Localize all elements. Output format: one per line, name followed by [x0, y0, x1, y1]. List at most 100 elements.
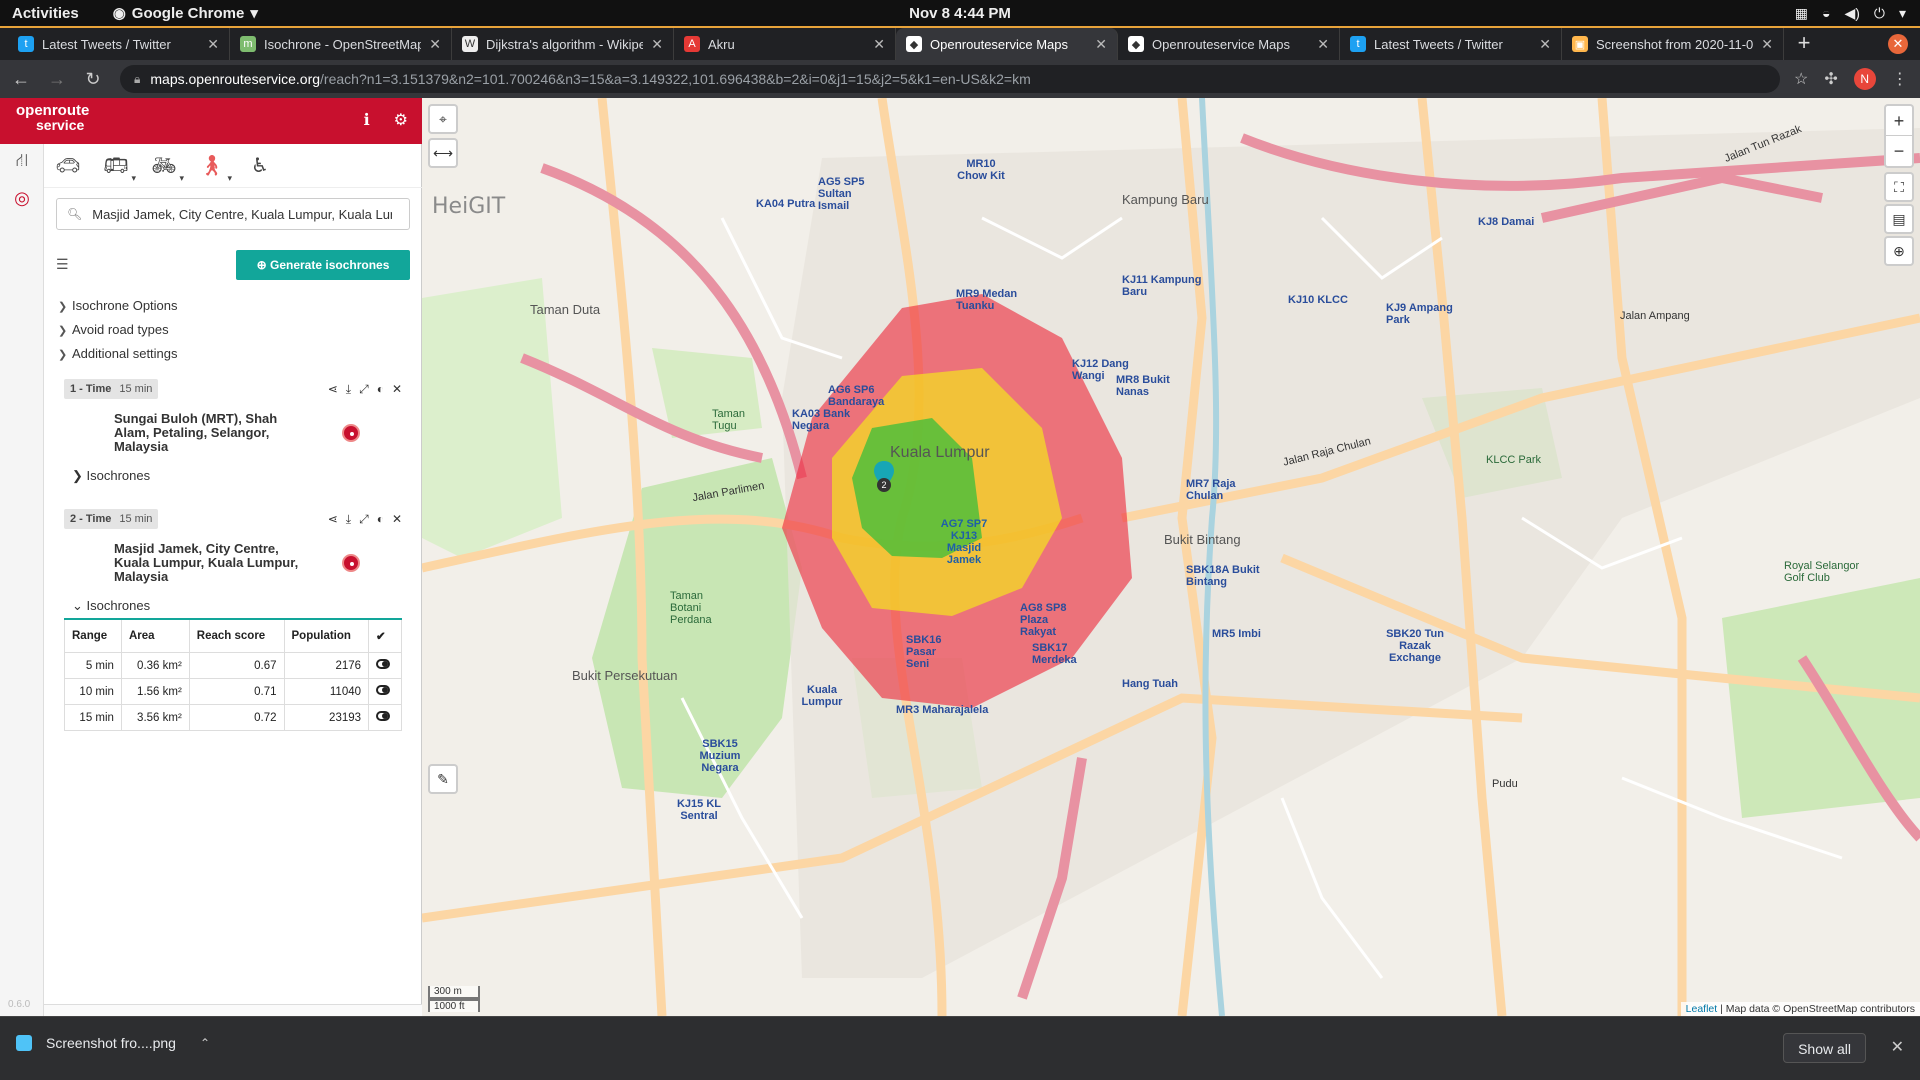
forward-icon[interactable]: →	[42, 69, 72, 90]
download-filename: Screenshot fro....png	[46, 1035, 176, 1051]
window-close-button[interactable]: ✕	[1888, 34, 1908, 54]
row-toggle[interactable]	[368, 704, 402, 731]
card-range: 15 min	[119, 513, 153, 525]
close-tab-icon[interactable]: ✕	[1317, 36, 1329, 53]
system-tray[interactable]: ▦ ◒ ◀) ⏻ ▾	[1795, 5, 1906, 22]
car-icon[interactable]: 🚗︎	[44, 153, 92, 178]
address-bar[interactable]: 🔒︎ maps.openrouteservice.org/reach?n1=3.…	[120, 65, 1780, 93]
isochrone-options-toggle[interactable]: ❯ Isochrone Options	[58, 298, 178, 313]
new-tab-button[interactable]: +	[1784, 28, 1824, 60]
card-index: 1 - Time	[70, 383, 112, 395]
table-row: 5 min 0.36 km² 0.67 2176	[64, 652, 402, 679]
toggle-label: Isochrones	[86, 598, 151, 613]
browser-tab[interactable]: ◆ Openrouteservice Maps ✕	[1118, 28, 1340, 60]
directions-icon[interactable]: ⛙	[0, 144, 44, 180]
map-scale: 300 m 1000 ft	[428, 986, 480, 1012]
plus-circle-icon: ⊕	[256, 258, 270, 272]
pedestrian-icon[interactable]: 🚶︎ ▾	[188, 153, 236, 183]
bus-icon[interactable]: 🚌︎ ▾	[92, 153, 140, 183]
zoom-out-button[interactable]: −	[1886, 136, 1912, 166]
check-icon[interactable]: ✔	[368, 618, 402, 653]
wifi-icon: ◒	[1821, 4, 1831, 21]
bicycle-icon[interactable]: 🚲︎ ▾	[140, 153, 188, 183]
generate-label: Generate isochrones	[270, 258, 390, 272]
wheelchair-icon[interactable]: ♿︎	[236, 153, 284, 178]
reload-icon[interactable]: ↻	[78, 69, 108, 90]
browser-tab[interactable]: W Dijkstra's algorithm - Wikipedia ✕	[452, 28, 674, 60]
fullscreen-button[interactable]: ⛶	[1884, 172, 1914, 202]
share-icon[interactable]: ⋖	[328, 512, 338, 527]
share-icon[interactable]: ⋖	[328, 382, 338, 397]
chevron-up-icon[interactable]: ⌃	[200, 1036, 210, 1050]
lock-icon[interactable]: 🔒︎	[134, 72, 140, 87]
map-marker[interactable]: 2	[872, 460, 896, 492]
browser-tab[interactable]: m Isochrone - OpenStreetMap ✕	[230, 28, 452, 60]
clock[interactable]: Nov 8 4:44 PM	[909, 5, 1011, 22]
profile-avatar[interactable]: N	[1853, 68, 1876, 90]
tab-title: Dijkstra's algorithm - Wikipedia	[486, 36, 644, 52]
close-tab-icon[interactable]: ✕	[873, 36, 885, 53]
sliders-icon[interactable]: ☰	[56, 256, 69, 273]
star-icon[interactable]: ☆	[1794, 69, 1808, 89]
ors-icon: ◆	[1128, 36, 1144, 52]
station-label: MR3 Maharajalela	[896, 704, 989, 716]
gear-icon[interactable]: ⚙	[394, 110, 408, 130]
zoom-in-button[interactable]: +	[1886, 106, 1912, 136]
activities-button[interactable]: Activities	[12, 5, 79, 22]
map-pin-tool[interactable]: ⌖	[428, 104, 458, 134]
map-view[interactable]: HeiGIT Kuala Lumpur Taman Duta Bukit Bin…	[422, 98, 1920, 1016]
isochrones-collapse[interactable]: ❯ Isochrones	[64, 468, 402, 484]
close-tab-icon[interactable]: ✕	[1539, 36, 1551, 53]
toggle-visibility-icon[interactable]: ◐	[377, 382, 384, 397]
additional-settings-toggle[interactable]: ❯ Additional settings	[58, 346, 178, 361]
draw-tool[interactable]: ✎	[428, 764, 458, 794]
layers-button[interactable]: ▤	[1884, 204, 1914, 234]
horizontal-scrollbar[interactable]	[44, 1004, 422, 1016]
location-pin-icon[interactable]	[342, 554, 360, 572]
measure-tool[interactable]: ⟷	[428, 138, 458, 168]
expand-icon[interactable]: ⤢	[359, 512, 369, 527]
close-icon[interactable]: ✕	[392, 382, 402, 397]
chevron-right-icon: ❯	[72, 468, 87, 483]
row-toggle[interactable]	[368, 678, 402, 705]
browser-tab[interactable]: A Akru ✕	[674, 28, 896, 60]
app-menu[interactable]: ◉ Google Chrome ▾	[113, 4, 258, 23]
info-icon[interactable]: ℹ	[364, 110, 370, 130]
row-toggle[interactable]	[368, 652, 402, 679]
leaflet-link[interactable]: Leaflet	[1686, 1003, 1718, 1015]
ors-logo[interactable]: openroute service	[16, 103, 89, 132]
show-all-button[interactable]: Show all	[1783, 1033, 1866, 1063]
close-tab-icon[interactable]: ✕	[207, 36, 219, 53]
grid-icon: ▦	[1794, 4, 1808, 21]
extensions-icon[interactable]: ✣	[1824, 69, 1837, 89]
close-tab-icon[interactable]: ✕	[1761, 36, 1773, 53]
cell-area: 3.56 km²	[120, 704, 190, 731]
search-input[interactable]	[92, 206, 393, 222]
osm-icon: m	[240, 36, 256, 52]
back-icon[interactable]: ←	[6, 69, 36, 90]
menu-icon[interactable]: ⋮	[1892, 69, 1908, 89]
close-tab-icon[interactable]: ✕	[1095, 36, 1107, 53]
browser-tab[interactable]: ◆ Openrouteservice Maps ✕	[896, 28, 1118, 60]
browser-tab[interactable]: ▣ Screenshot from 2020-11-08 ✕	[1562, 28, 1784, 60]
download-icon[interactable]: ⤓	[346, 512, 351, 527]
download-item[interactable]: Screenshot fro....png ⌃	[16, 1035, 210, 1051]
close-tab-icon[interactable]: ✕	[651, 36, 663, 53]
power-icon: ⏻	[1873, 4, 1885, 21]
download-icon[interactable]: ⤓	[346, 382, 351, 397]
isochrones-collapse[interactable]: ⌄ Isochrones	[64, 598, 402, 614]
browser-tab[interactable]: t Latest Tweets / Twitter ✕	[1340, 28, 1562, 60]
generate-isochrones-button[interactable]: ⊕ Generate isochrones	[236, 250, 410, 280]
avoid-road-types-toggle[interactable]: ❯ Avoid road types	[58, 322, 169, 337]
profile-selector: 🚗︎ 🚌︎ ▾ 🚲︎ ▾ 🚶︎ ▾ ♿︎	[44, 144, 422, 188]
close-icon[interactable]: ✕	[1891, 1037, 1904, 1057]
isochrones-icon[interactable]: ◎	[0, 180, 44, 216]
close-tab-icon[interactable]: ✕	[429, 36, 441, 53]
locate-button[interactable]: ⊕	[1884, 236, 1914, 266]
expand-icon[interactable]: ⤢	[359, 382, 369, 397]
browser-tab[interactable]: t Latest Tweets / Twitter ✕	[8, 28, 230, 60]
toggle-visibility-icon[interactable]: ◐	[377, 512, 384, 527]
station-label: MR9 Medan Tuanku	[956, 288, 1018, 312]
close-icon[interactable]: ✕	[392, 512, 402, 527]
location-pin-icon[interactable]	[342, 424, 360, 442]
